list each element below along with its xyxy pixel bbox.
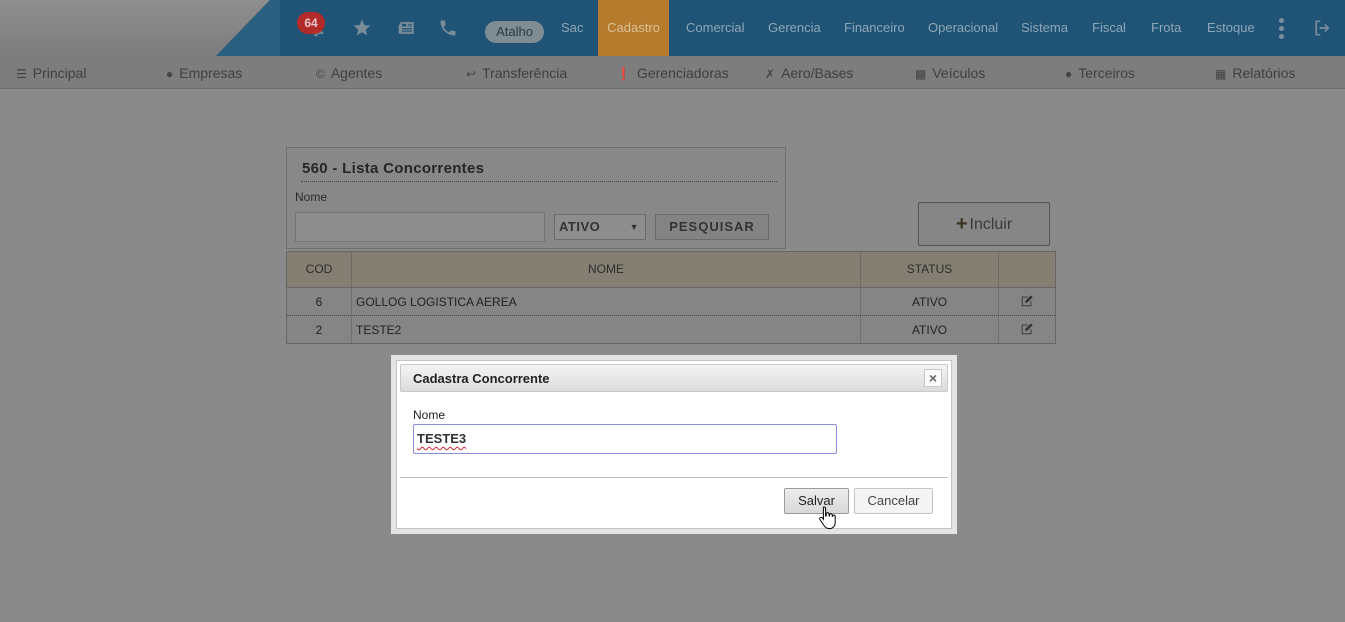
subnav-label: Veículos — [932, 65, 986, 81]
search-button[interactable]: PESQUISAR — [655, 214, 769, 240]
menu-sistema[interactable]: Sistema — [1021, 0, 1068, 56]
cell-nome: GOLLOG LOGISTICA AEREA — [352, 288, 861, 315]
dialog-header[interactable]: Cadastra Concorrente × — [400, 364, 948, 392]
column-header-actions — [999, 252, 1055, 287]
cell-cod: 6 — [287, 288, 352, 315]
menu-frota[interactable]: Frota — [1151, 0, 1181, 56]
subnav-principal[interactable]: ☰ Principal — [16, 56, 86, 88]
subnav-label: Aero/Bases — [781, 65, 854, 81]
subnav-veiculos[interactable]: ▩ Veículos — [915, 56, 985, 88]
user-icon: ● — [166, 67, 174, 81]
subnav-label: Gerenciadoras — [636, 65, 729, 81]
menu-financeiro[interactable]: Financeiro — [844, 0, 905, 56]
edit-icon[interactable] — [999, 316, 1055, 343]
save-button[interactable]: Salvar — [784, 488, 849, 514]
newspaper-icon[interactable] — [395, 16, 419, 40]
plane-icon: ✗ — [765, 67, 776, 81]
menu-sac[interactable]: Sac — [561, 0, 583, 56]
table-row[interactable]: 2 TESTE2 ATIVO — [287, 316, 1055, 343]
notification-badge[interactable]: 64 — [297, 12, 325, 34]
menu-estoque[interactable]: Estoque — [1207, 0, 1255, 56]
add-button-label: Incluir — [969, 216, 1013, 233]
reply-icon: ↩ — [466, 67, 477, 81]
cancel-button[interactable]: Cancelar — [854, 488, 933, 514]
star-icon[interactable] — [350, 16, 374, 40]
database-icon: ☰ — [16, 67, 27, 81]
dialog-name-value: TESTE3 — [417, 431, 467, 446]
title-divider — [301, 181, 777, 182]
atalho-button[interactable]: Atalho — [485, 21, 544, 43]
table-icon: ▦ — [1215, 67, 1227, 81]
user-icon: ● — [1065, 67, 1073, 81]
menu-comercial[interactable]: Comercial — [686, 0, 745, 56]
cell-nome: TESTE2 — [352, 316, 861, 343]
menu-fiscal[interactable]: Fiscal — [1092, 0, 1126, 56]
subnav-label: Empresas — [179, 65, 243, 81]
menu-operacional[interactable]: Operacional — [928, 0, 998, 56]
dialog-name-label: Nome — [413, 408, 446, 422]
car-icon: ▩ — [915, 67, 927, 81]
subnav-terceiros[interactable]: ● Terceiros — [1065, 56, 1135, 88]
logout-icon[interactable] — [1310, 16, 1334, 40]
status-select[interactable]: ATIVO ▼ — [554, 214, 646, 240]
add-button[interactable]: + Incluir — [918, 202, 1050, 246]
kebab-menu-icon[interactable] — [1279, 18, 1285, 39]
status-select-value: ATIVO — [559, 219, 601, 234]
subnav-empresas[interactable]: ● Empresas — [166, 56, 242, 88]
table-header: COD NOME STATUS — [287, 252, 1055, 288]
search-panel: 560 - Lista Concorrentes Nome ATIVO ▼ PE… — [286, 147, 786, 249]
subnav-gerenciadoras[interactable]: ❗ Gerenciadoras — [616, 56, 729, 88]
cell-cod: 2 — [287, 316, 352, 343]
plus-icon: + — [955, 213, 968, 235]
cell-status: ATIVO — [861, 316, 999, 343]
dialog-divider — [400, 477, 948, 478]
column-header-cod[interactable]: COD — [287, 252, 352, 287]
top-bar: 64 Atalho Sac Cadastro Comercial Gerenci… — [0, 0, 1345, 56]
subnav-label: Transferência — [482, 65, 568, 81]
subnav-transferencia[interactable]: ↩ Transferência — [466, 56, 567, 88]
name-filter-input[interactable] — [295, 212, 545, 242]
subnav-agentes[interactable]: © Agentes — [316, 56, 382, 88]
subnav-label: Relatórios — [1232, 65, 1296, 81]
dialog-name-input[interactable]: TESTE3 — [413, 424, 837, 454]
sub-navigation: ☰ Principal ● Empresas © Agentes ↩ Transferê… — [0, 56, 1345, 89]
page-title: 560 - Lista Concorrentes — [302, 160, 485, 177]
menu-cadastro[interactable]: Cadastro — [598, 0, 669, 56]
cell-status: ATIVO — [861, 288, 999, 315]
phone-icon[interactable] — [436, 16, 460, 40]
hand-cursor-icon — [819, 506, 836, 530]
copyright-icon: © — [316, 67, 325, 81]
caret-down-icon: ▼ — [629, 222, 639, 232]
exclamation-circle-icon: ❗ — [616, 67, 631, 81]
name-filter-label: Nome — [295, 190, 328, 204]
subnav-label: Agentes — [330, 65, 383, 81]
dialog-title: Cadastra Concorrente — [413, 371, 550, 386]
cadastra-concorrente-dialog: Cadastra Concorrente × Nome TESTE3 Salva… — [391, 355, 957, 534]
subnav-label: Principal — [32, 65, 87, 81]
table-row[interactable]: 6 GOLLOG LOGISTICA AEREA ATIVO — [287, 288, 1055, 316]
subnav-relatorios[interactable]: ▦ Relatórios — [1215, 56, 1295, 88]
column-header-nome[interactable]: NOME — [352, 252, 861, 287]
edit-icon[interactable] — [999, 288, 1055, 315]
dialog-body: Cadastra Concorrente × Nome TESTE3 Salva… — [396, 360, 952, 529]
subnav-label: Terceiros — [1078, 65, 1136, 81]
column-header-status[interactable]: STATUS — [861, 252, 999, 287]
close-icon[interactable]: × — [924, 369, 942, 387]
menu-gerencia[interactable]: Gerencia — [768, 0, 821, 56]
subnav-aero-bases[interactable]: ✗ Aero/Bases — [765, 56, 853, 88]
competitors-table: COD NOME STATUS 6 GOLLOG LOGISTICA AEREA… — [286, 251, 1056, 344]
